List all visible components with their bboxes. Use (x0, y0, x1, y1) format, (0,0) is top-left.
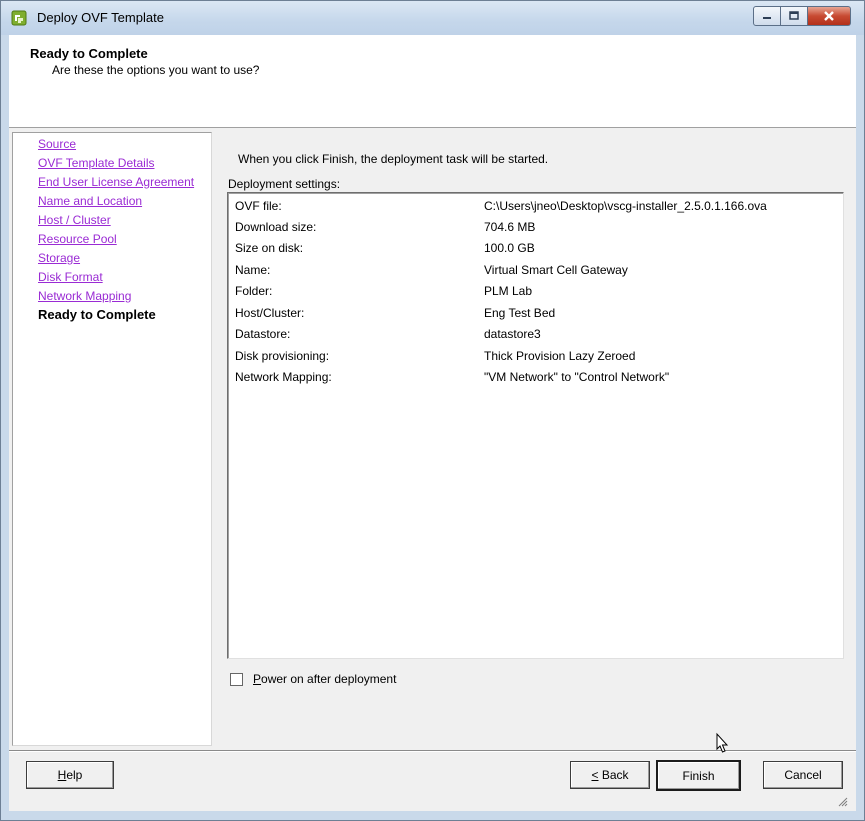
setting-value: C:\Users\jneo\Desktop\vscg-installer_2.5… (484, 199, 767, 213)
page-subtitle: Are these the options you want to use? (52, 63, 260, 77)
settings-row: Disk provisioning: Thick Provision Lazy … (235, 349, 835, 367)
cancel-button-label: Cancel (784, 768, 822, 782)
step-ovf-template-details[interactable]: OVF Template Details (38, 156, 155, 170)
setting-key: OVF file: (235, 199, 282, 213)
wizard-header: Ready to Complete Are these the options … (9, 35, 856, 128)
settings-row: Datastore: datastore3 (235, 327, 835, 345)
setting-key: Size on disk: (235, 241, 304, 255)
minimize-icon (763, 17, 771, 19)
step-ready-to-complete: Ready to Complete (38, 307, 156, 322)
setting-value: Thick Provision Lazy Zeroed (484, 349, 636, 363)
step-disk-format[interactable]: Disk Format (38, 270, 103, 284)
setting-key: Disk provisioning: (235, 349, 330, 363)
setting-value: Eng Test Bed (484, 306, 556, 320)
caption-buttons (753, 6, 851, 26)
cancel-button[interactable]: Cancel (763, 761, 843, 789)
setting-value: 100.0 GB (484, 241, 535, 255)
setting-value: PLM Lab (484, 284, 533, 298)
power-on-label: Power on after deployment (253, 672, 397, 686)
step-storage[interactable]: Storage (38, 251, 80, 265)
finish-button-label: Finish (682, 768, 715, 783)
step-resource-pool[interactable]: Resource Pool (38, 232, 117, 246)
mouse-pointer-icon (716, 732, 729, 753)
title-bar[interactable]: Deploy OVF Template (1, 1, 864, 35)
step-host-cluster[interactable]: Host / Cluster (38, 213, 111, 227)
setting-value: datastore3 (484, 327, 541, 341)
setting-key: Network Mapping: (235, 370, 332, 384)
help-button-label: Help (57, 768, 83, 782)
setting-key: Datastore: (235, 327, 291, 341)
step-eula[interactable]: End User License Agreement (38, 175, 194, 189)
settings-row: Folder: PLM Lab (235, 284, 835, 302)
vsphere-app-icon (11, 10, 27, 26)
settings-row: OVF file: C:\Users\jneo\Desktop\vscg-ins… (235, 199, 835, 217)
setting-key: Folder: (235, 284, 273, 298)
wizard-steps-pane: Source OVF Template Details End User Lic… (12, 132, 212, 746)
step-network-mapping[interactable]: Network Mapping (38, 289, 131, 303)
setting-value: Virtual Smart Cell Gateway (484, 263, 628, 277)
maximize-icon (789, 11, 799, 20)
settings-row: Name: Virtual Smart Cell Gateway (235, 263, 835, 281)
power-on-checkbox[interactable] (230, 672, 243, 686)
settings-row: Size on disk: 100.0 GB (235, 241, 835, 259)
power-on-option[interactable]: Power on after deployment (230, 672, 396, 686)
resize-grip-icon[interactable] (836, 795, 848, 807)
settings-row: Download size: 704.6 MB (235, 220, 835, 238)
wizard-client-area: Ready to Complete Are these the options … (9, 35, 856, 811)
setting-key: Download size: (235, 220, 317, 234)
close-button[interactable] (808, 6, 851, 26)
back-button[interactable]: < Back (570, 761, 650, 789)
settings-row: Host/Cluster: Eng Test Bed (235, 306, 835, 324)
setting-value: "VM Network" to "Control Network" (484, 370, 670, 384)
deploy-ovf-window: Deploy OVF Template Ready to Complete Ar… (0, 0, 865, 821)
setting-value: 704.6 MB (484, 220, 536, 234)
finish-button[interactable]: Finish (656, 760, 741, 791)
minimize-button[interactable] (753, 6, 781, 26)
setting-key: Name: (235, 263, 271, 277)
maximize-button[interactable] (781, 6, 808, 26)
close-icon (824, 11, 834, 21)
step-name-and-location[interactable]: Name and Location (38, 194, 142, 208)
deployment-settings-list[interactable]: OVF file: C:\Users\jneo\Desktop\vscg-ins… (227, 192, 844, 659)
intro-text: When you click Finish, the deployment ta… (238, 152, 549, 166)
page-title: Ready to Complete (30, 46, 148, 61)
help-button[interactable]: Help (26, 761, 114, 789)
settings-row: Network Mapping: "VM Network" to "Contro… (235, 370, 835, 388)
back-button-label: < Back (591, 768, 629, 782)
step-source[interactable]: Source (38, 137, 76, 151)
window-title: Deploy OVF Template (37, 10, 164, 25)
setting-key: Host/Cluster: (235, 306, 305, 320)
deployment-settings-label: Deployment settings: (228, 177, 341, 191)
